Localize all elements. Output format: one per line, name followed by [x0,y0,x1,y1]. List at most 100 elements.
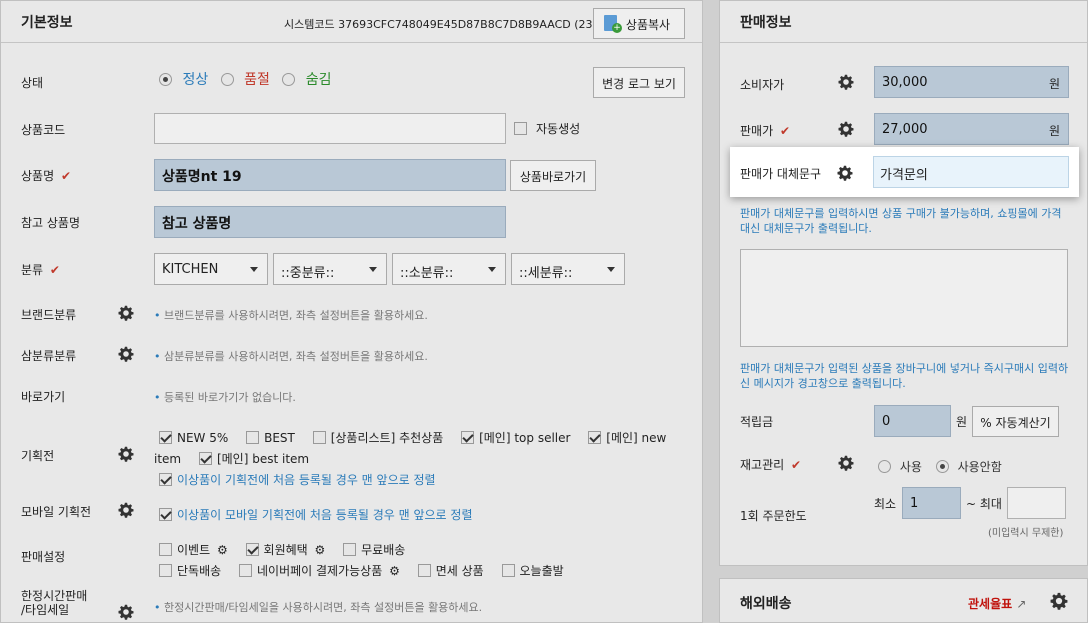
status-label: 상태 [21,76,44,90]
overseas-panel: 해외배송 관세율표 ↗ [719,578,1088,623]
category-large-select[interactable]: KITCHEN [154,253,268,285]
auto-calc-button[interactable]: % 자동계산기 [972,406,1059,437]
event-checkbox[interactable] [159,543,172,556]
exhibit-sort-option[interactable]: 이상품이 기획전에 처음 등록될 경우 맨 앞으로 정렬 [159,471,436,488]
gear-icon[interactable]: ⚙ [389,564,400,578]
max-label: ~ 최대 [966,497,1002,511]
sale-price-label: 판매가 ✔ [740,122,790,139]
gear-icon[interactable] [838,455,854,471]
currency-unit: 원 [1048,124,1060,138]
member-benefit-checkbox[interactable] [245,543,259,556]
plus-badge-icon: + [612,23,622,33]
gear-icon[interactable] [118,502,134,518]
required-check-icon: ✔ [779,124,791,138]
alt-text-label: 판매가 대체문구 [740,167,822,181]
min-order-input[interactable]: 1 [902,487,961,519]
free-shipping-label: 무료배송 [361,543,406,557]
status-hidden-radio[interactable] [282,73,296,86]
gear-icon[interactable] [118,346,134,362]
exhibit-item-label: [메인] best item [216,452,310,466]
gear-icon[interactable] [837,165,853,181]
time-sale-label: 한정시간판매 /타임세일 [21,589,87,617]
external-link-icon: ↗ [1016,597,1027,611]
naverpay-label: 네이버페이 결제가능상품 [257,564,383,578]
ref-name-input[interactable]: 참고 상품명 [154,206,506,238]
sam-label: 삼분류분류 [21,349,77,363]
gear-icon[interactable] [118,305,134,321]
min-label: 최소 [874,497,897,511]
product-shortcut-button[interactable]: 상품바로가기 [510,160,596,191]
mobile-exhibit-label: 모바일 기획전 [21,505,92,519]
exhibit-row-2: item [메인] best item [154,450,309,467]
copy-product-button[interactable]: + 상품복사 [593,8,685,39]
exhibit-checkbox[interactable] [246,431,260,444]
category-small-select[interactable]: ::소분류:: [392,253,506,285]
exhibit-item-label-cont: item [154,452,182,466]
mobile-exhibit-sort-checkbox[interactable] [159,508,172,521]
exhibit-item-label: [상품리스트] 추천상품 [330,431,444,445]
exhibit-sort-checkbox[interactable] [159,473,172,486]
stock-radio-group: 사용 사용안함 [878,458,1002,475]
stock-nouse-radio[interactable] [935,460,949,473]
sale-settings-row-2: 단독배송 네이버페이 결제가능상품 ⚙ 면세 상품 오늘출발 [159,562,564,579]
category-mid-select[interactable]: ::중분류:: [273,253,387,285]
sale-price-input[interactable]: 27,000 원 [874,113,1069,145]
auto-generate-label: 자동생성 [536,122,581,136]
mobile-exhibit-sort-option[interactable]: 이상품이 모바일 기획전에 처음 등록될 경우 맨 앞으로 정렬 [159,506,472,523]
shortcut-label: 바로가기 [21,390,66,404]
sale-price-label-text: 판매가 [740,124,774,138]
exhibit-checkbox[interactable] [461,431,475,444]
gear-icon[interactable] [838,74,854,90]
points-input[interactable]: 0 [874,405,951,437]
gear-icon[interactable] [118,446,134,462]
exhibit-sort-label: 이상품이 기획전에 처음 등록될 경우 맨 앞으로 정렬 [177,473,436,487]
alt-text-input[interactable]: 가격문의 [873,156,1069,188]
consumer-price-label: 소비자가 [740,78,785,92]
alt-message-textarea[interactable] [740,249,1068,347]
gear-icon[interactable] [118,604,134,620]
alt-text-highlight: 판매가 대체문구 가격문의 [730,147,1079,197]
exhibit-checkbox[interactable] [198,452,212,465]
stock-use-radio[interactable] [878,460,891,473]
gear-icon[interactable] [1050,592,1068,610]
product-name-input[interactable]: 상품명nt 19 [154,159,506,191]
stock-nouse-label: 사용안함 [957,460,1002,474]
tariff-link[interactable]: 관세율표 ↗ [968,595,1026,612]
solo-shipping-checkbox[interactable] [159,564,172,577]
naverpay-checkbox[interactable] [239,564,252,577]
stock-label-text: 재고관리 [740,458,785,472]
panel-title: 해외배송 [740,596,792,612]
system-code: 시스템코드 37693CFC748049E45D87B8C7D8B9AACD (… [284,18,597,31]
gear-icon[interactable]: ⚙ [217,543,228,557]
alt-text-help: 판매가 대체문구를 입력하시면 상품 구매가 불가능하며, 쇼핑몰에 가격대신 … [740,207,1062,235]
today-shipping-checkbox[interactable] [501,564,515,577]
free-shipping-checkbox[interactable] [343,543,357,556]
status-normal-radio[interactable] [159,73,172,86]
status-soldout-radio[interactable] [220,73,234,86]
currency-unit: 원 [1048,77,1060,91]
sale-info-header: 판매정보 [720,1,1087,43]
exhibit-checkbox[interactable] [312,431,326,444]
exhibit-item-label: [메인] new [606,431,667,445]
change-log-button[interactable]: 변경 로그 보기 [593,67,685,98]
status-hidden-label: 숨김 [305,72,332,88]
tax-free-checkbox[interactable] [417,564,431,577]
product-name-label: 상품명 ✔ [21,167,71,184]
tariff-link-label: 관세율표 [968,597,1013,611]
brand-label: 브랜드분류 [21,308,77,322]
auto-generate-checkbox[interactable] [514,122,527,135]
sale-settings-row-1: 이벤트 ⚙ 회원혜택 ⚙ 무료배송 [159,541,405,558]
max-order-input[interactable] [1007,487,1066,519]
consumer-price-input[interactable]: 30,000 원 [874,66,1069,98]
product-code-input[interactable] [154,113,506,144]
gear-icon[interactable] [838,121,854,137]
auto-generate-option[interactable]: 자동생성 [514,120,580,137]
exhibit-item-label: BEST [264,431,295,445]
exhibit-checkbox[interactable] [159,431,172,444]
panel-title: 판매정보 [740,15,792,31]
basic-info-panel: 기본정보 시스템코드 37693CFC748049E45D87B8C7D8B9A… [0,0,703,623]
exhibit-checkbox[interactable] [588,431,602,444]
basic-info-header: 기본정보 시스템코드 37693CFC748049E45D87B8C7D8B9A… [1,1,702,43]
category-detail-select[interactable]: ::세분류:: [511,253,625,285]
gear-icon[interactable]: ⚙ [315,543,326,557]
